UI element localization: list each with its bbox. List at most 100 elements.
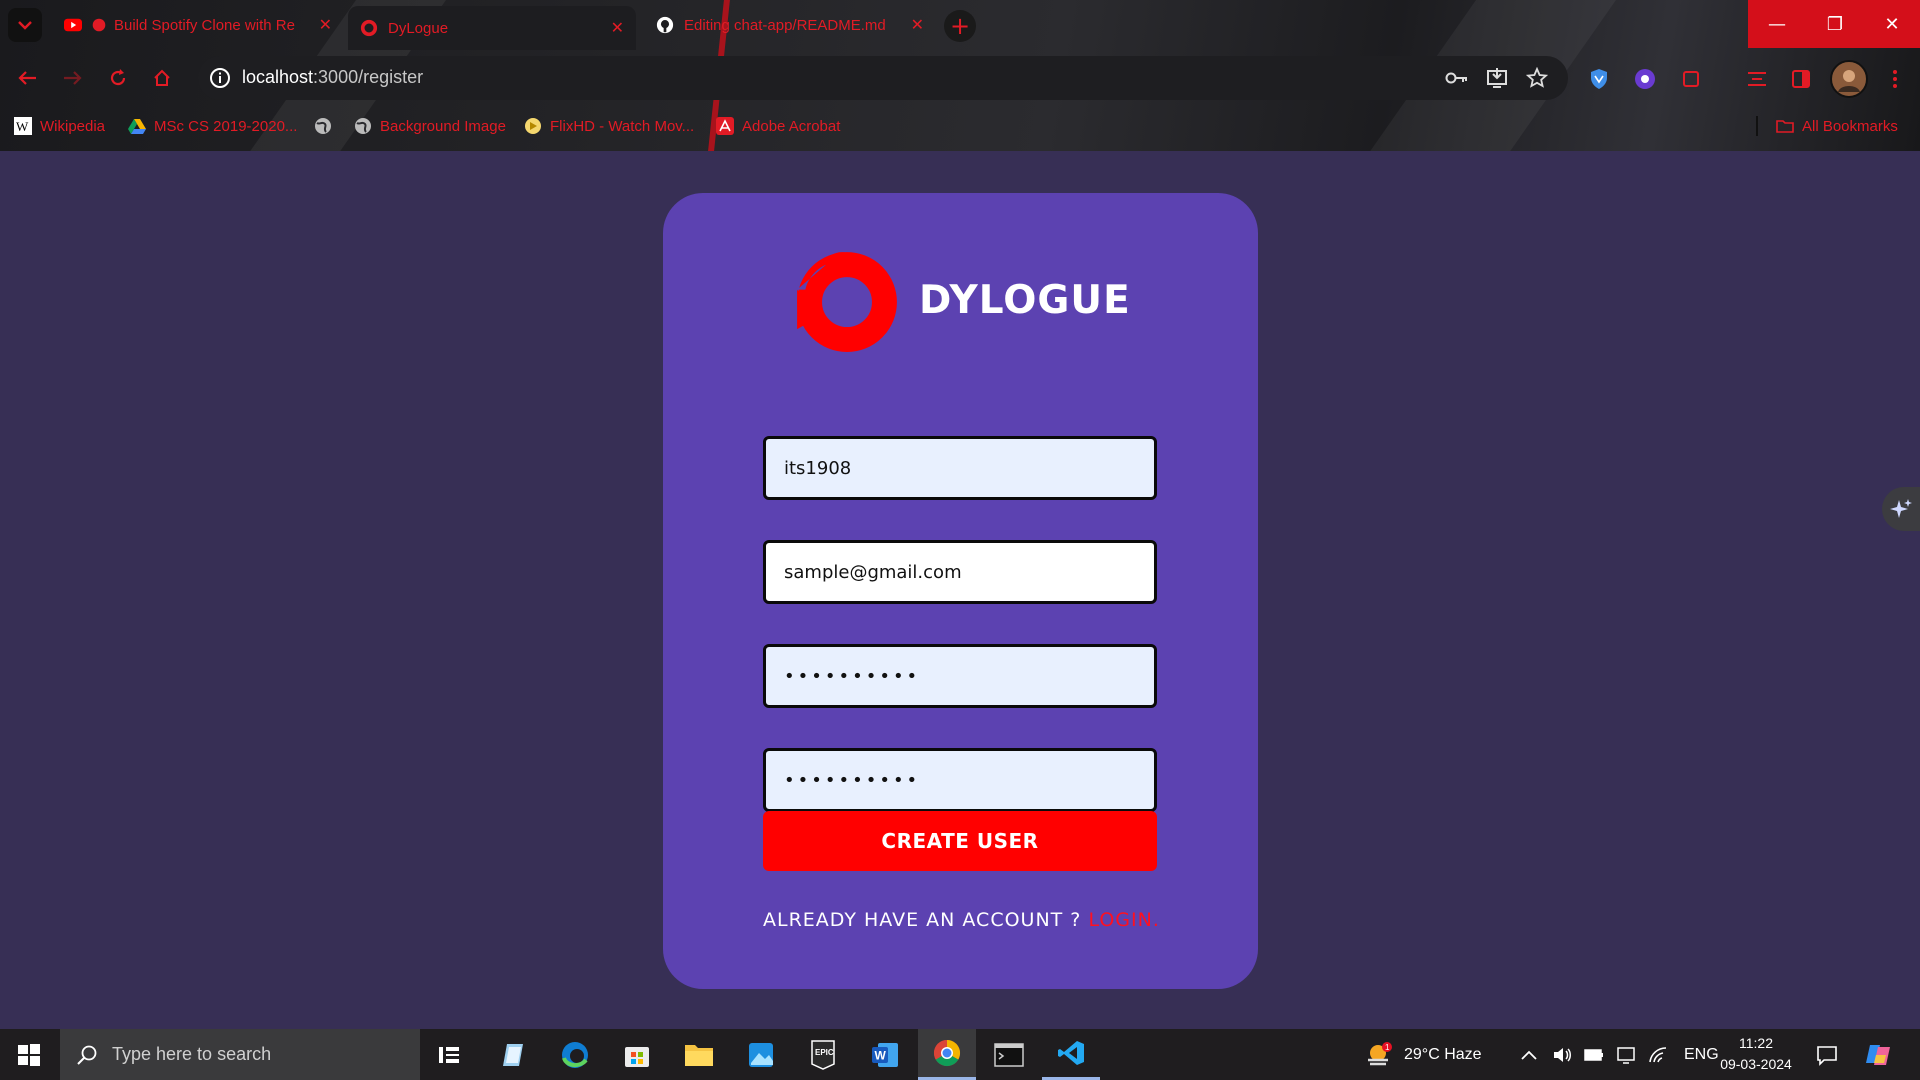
- dylogue-logo-icon: [797, 252, 897, 352]
- tab-dylogue[interactable]: DyLogue ✕: [348, 6, 636, 50]
- side-panel-button[interactable]: [1788, 66, 1814, 92]
- taskbar-epic-games[interactable]: EPIC: [794, 1029, 852, 1080]
- taskbar-chrome[interactable]: [918, 1029, 976, 1080]
- reload-icon: [110, 69, 126, 86]
- reload-button[interactable]: [104, 64, 132, 92]
- folder-icon: [1776, 120, 1794, 133]
- extension-shield-button[interactable]: [1586, 66, 1612, 92]
- search-icon: [77, 1045, 97, 1065]
- login-prompt: ALREADY HAVE AN ACCOUNT ? LOGIN.: [763, 909, 1159, 931]
- bookmark-label: Background Image: [380, 117, 506, 135]
- battery-icon[interactable]: [1584, 1048, 1604, 1061]
- tab-close-icon[interactable]: ✕: [911, 15, 924, 35]
- confirm-password-input[interactable]: [763, 748, 1157, 812]
- all-bookmarks-button[interactable]: All Bookmarks: [1776, 114, 1898, 138]
- shield-icon: [1591, 69, 1607, 89]
- bookmark-label: Adobe Acrobat: [742, 117, 841, 135]
- tab-close-icon[interactable]: ✕: [611, 18, 624, 38]
- chevron-up-icon[interactable]: [1520, 1049, 1538, 1061]
- svg-text:W: W: [875, 1048, 887, 1062]
- copilot-button[interactable]: [1864, 1029, 1894, 1080]
- bookmark-flixhd[interactable]: FlixHD - Watch Mov...: [524, 114, 694, 138]
- bookmark-label: Wikipedia: [40, 117, 106, 135]
- volume-icon[interactable]: [1552, 1046, 1572, 1064]
- tab-title: Build Spotify Clone with Re: [114, 16, 295, 34]
- bookmark-star-button[interactable]: [1524, 65, 1550, 91]
- taskbar-edge[interactable]: [546, 1029, 604, 1080]
- password-input[interactable]: [763, 644, 1157, 708]
- bookmark-label: MSc CS 2019-2020...: [154, 117, 298, 135]
- wifi-icon[interactable]: [1648, 1046, 1668, 1064]
- bookmark-acrobat[interactable]: Adobe Acrobat: [716, 114, 840, 138]
- notes-app-icon: [503, 1043, 523, 1066]
- create-user-button[interactable]: CREATE USER: [763, 811, 1157, 871]
- close-window-button[interactable]: ✕: [1864, 0, 1920, 48]
- register-page: DYLOGUE CREATE USER ALREADY HAVE AN ACCO…: [0, 151, 1920, 1029]
- svg-text:W: W: [16, 119, 29, 134]
- tab-youtube[interactable]: Build Spotify Clone with Re ✕: [52, 8, 344, 42]
- home-button[interactable]: [148, 64, 176, 92]
- brand: DYLOGUE: [795, 248, 1131, 352]
- svg-text:1: 1: [1385, 1043, 1390, 1052]
- extension-puzzle-button[interactable]: [1678, 66, 1704, 92]
- login-link[interactable]: LOGIN.: [1088, 909, 1159, 931]
- taskbar-word[interactable]: W: [856, 1029, 914, 1080]
- sparkle-side-button[interactable]: [1882, 487, 1920, 531]
- start-button[interactable]: [0, 1029, 58, 1080]
- google-drive-icon: [128, 119, 146, 134]
- bookmark-background-image[interactable]: Background Image: [354, 114, 506, 138]
- install-app-button[interactable]: [1484, 65, 1510, 91]
- install-icon: [1487, 68, 1507, 88]
- bookmark-wikipedia[interactable]: W Wikipedia: [14, 114, 105, 138]
- taskbar-search[interactable]: Type here to search: [60, 1029, 420, 1080]
- flixhd-icon: [525, 118, 541, 134]
- taskbar-terminal[interactable]: [980, 1029, 1038, 1080]
- new-tab-button[interactable]: +: [944, 10, 976, 42]
- taskbar-search-placeholder: Type here to search: [112, 1044, 272, 1064]
- notifications-icon: [1817, 1045, 1837, 1066]
- bookmarks-divider: [1756, 116, 1758, 136]
- bookmark-msc[interactable]: MSc CS 2019-2020...: [128, 114, 297, 138]
- password-key-button[interactable]: [1444, 65, 1470, 91]
- avatar-icon: [1838, 70, 1860, 92]
- home-icon: [154, 69, 170, 86]
- weather-widget[interactable]: 1 29°C Haze: [1364, 1029, 1482, 1080]
- task-view-button[interactable]: [420, 1029, 478, 1080]
- key-icon: [1445, 72, 1467, 84]
- sparkle-icon: [1890, 499, 1912, 518]
- side-panel-icon: [1792, 70, 1810, 88]
- profile-avatar[interactable]: [1830, 60, 1868, 98]
- star-icon: [1526, 67, 1548, 88]
- tab-search-button[interactable]: [8, 8, 42, 42]
- tab-close-icon[interactable]: ✕: [319, 15, 332, 35]
- taskbar-vscode[interactable]: [1042, 1029, 1100, 1080]
- bookmark-globe[interactable]: [314, 114, 340, 138]
- tab-title: Editing chat-app/README.md: [684, 16, 886, 34]
- notifications-button[interactable]: [1816, 1029, 1838, 1080]
- taskbar-store[interactable]: [608, 1029, 666, 1080]
- minimize-button[interactable]: —: [1748, 0, 1806, 48]
- bookmarks-bar: W Wikipedia MSc CS 2019-2020... Backgrou…: [0, 110, 1920, 142]
- taskbar-photos[interactable]: [732, 1029, 790, 1080]
- extension-red-button[interactable]: [1744, 66, 1770, 92]
- extension-button[interactable]: [1632, 66, 1658, 92]
- username-input[interactable]: [763, 436, 1157, 500]
- restore-button[interactable]: ❐: [1806, 0, 1864, 48]
- word-icon: W: [872, 1042, 898, 1067]
- tab-github[interactable]: Editing chat-app/README.md ✕: [644, 8, 936, 42]
- browser-menu-button[interactable]: [1882, 66, 1908, 92]
- address-bar[interactable]: localhost:3000/register: [198, 56, 1568, 100]
- taskbar-notes-app[interactable]: [484, 1029, 542, 1080]
- taskbar-file-explorer[interactable]: [670, 1029, 728, 1080]
- back-button[interactable]: [14, 64, 42, 92]
- wikipedia-icon: W: [14, 117, 32, 135]
- photos-icon: [749, 1042, 773, 1067]
- clock-date: 09-03-2024: [1720, 1056, 1792, 1072]
- clock[interactable]: 11:22 09-03-2024: [1706, 1033, 1806, 1075]
- forward-button[interactable]: [58, 64, 86, 92]
- email-input[interactable]: [763, 540, 1157, 604]
- edge-icon: [562, 1041, 588, 1068]
- already-text: ALREADY HAVE AN ACCOUNT ?: [763, 909, 1089, 931]
- display-icon[interactable]: [1616, 1045, 1636, 1065]
- site-info-button[interactable]: [206, 64, 234, 92]
